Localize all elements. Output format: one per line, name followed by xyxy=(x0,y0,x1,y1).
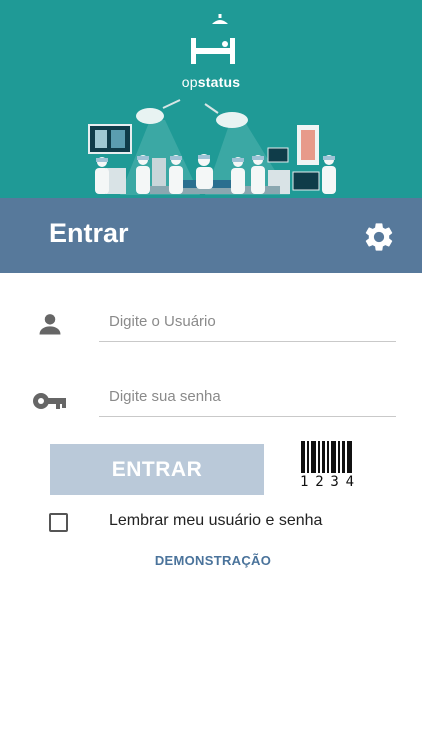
brand-name-prefix: op xyxy=(181,74,198,90)
password-field[interactable] xyxy=(99,376,396,417)
barcode-icon xyxy=(301,441,352,473)
login-button[interactable]: ENTRAR xyxy=(50,444,264,495)
barcode-scan-button[interactable]: 1 2 3 4 xyxy=(300,441,354,491)
remember-checkbox[interactable] xyxy=(49,513,68,532)
header-bar: Entrar xyxy=(0,198,422,273)
settings-button[interactable] xyxy=(360,218,398,256)
barcode-digit: 1 xyxy=(300,474,309,490)
brand-name: opstatus xyxy=(0,74,422,90)
barcode-digit: 3 xyxy=(330,474,339,490)
barcode-digit: 2 xyxy=(315,474,324,490)
opstatus-logo-icon xyxy=(191,14,235,64)
key-icon xyxy=(32,390,68,417)
username-field[interactable] xyxy=(99,301,396,342)
remember-label[interactable]: Lembrar meu usuário e senha xyxy=(109,512,322,530)
barcode-digit: 4 xyxy=(345,474,354,490)
barcode-digits: 1 2 3 4 xyxy=(300,474,354,490)
demo-link[interactable]: DEMONSTRAÇÃO xyxy=(0,553,422,568)
gear-icon xyxy=(365,223,393,251)
user-icon xyxy=(36,310,64,343)
username-input[interactable] xyxy=(99,301,396,341)
app-banner: opstatus xyxy=(0,0,422,198)
operating-room-illustration xyxy=(88,14,336,195)
brand-name-suffix: status xyxy=(197,74,241,90)
password-input[interactable] xyxy=(99,376,396,416)
page-title: Entrar xyxy=(49,218,129,248)
